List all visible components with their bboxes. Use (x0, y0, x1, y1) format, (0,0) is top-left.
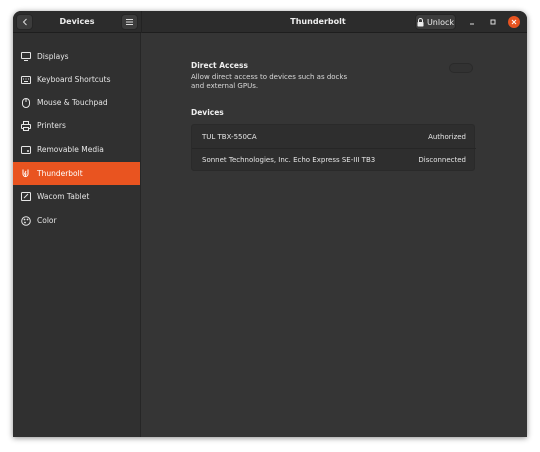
window-title: Thunderbolt (290, 17, 346, 26)
sidebar-item-wacom-tablet[interactable]: Wacom Tablet (13, 185, 140, 208)
header-bar: Devices Thunderbolt Unlock (13, 11, 527, 33)
printer-icon (20, 120, 31, 131)
color-icon (20, 215, 31, 226)
sidebar-item-label: Wacom Tablet (37, 192, 90, 201)
minimize-button[interactable] (466, 16, 478, 28)
direct-access-description: Allow direct access to devices such as d… (191, 73, 348, 90)
device-status: Authorized (428, 132, 466, 141)
device-status: Disconnected (418, 156, 466, 164)
mouse-icon (20, 97, 31, 108)
minimize-icon (470, 23, 474, 25)
sidebar-item-color[interactable]: Color (13, 209, 140, 232)
unlock-label: Unlock (426, 17, 455, 27)
device-name: Sonnet Technologies, Inc. Echo Express S… (202, 156, 376, 164)
sidebar-item-displays[interactable]: Displays (13, 45, 140, 68)
sidebar-item-label: Keyboard Shortcuts (37, 75, 111, 84)
thunderbolt-icon (20, 168, 31, 179)
titlebar-separator (141, 11, 142, 33)
close-button[interactable] (508, 16, 520, 28)
sidebar-item-label: Color (37, 216, 57, 225)
device-row[interactable]: Sonnet Technologies, Inc. Echo Express S… (192, 148, 476, 171)
sidebar-item-label: Printers (37, 121, 66, 130)
unlock-button[interactable]: Unlock (415, 14, 456, 30)
maximize-icon (490, 19, 496, 25)
sidebar-item-mouse-touchpad[interactable]: Mouse & Touchpad (13, 91, 140, 114)
sidebar: Displays Keyboard Shortcuts Mouse & Touc… (13, 33, 141, 437)
menu-button[interactable] (121, 14, 138, 30)
sidebar-item-label: Thunderbolt (37, 169, 83, 178)
back-button[interactable] (16, 14, 33, 30)
direct-access-title: Direct Access (191, 61, 248, 70)
device-row[interactable]: TUL TBX-550CA Authorized (192, 125, 476, 148)
display-icon (20, 51, 31, 62)
main-content: Direct Access Allow direct access to dev… (142, 33, 527, 437)
media-icon (20, 144, 31, 155)
device-name: TUL TBX-550CA (202, 132, 257, 141)
devices-section-title: Devices (191, 108, 224, 117)
hamburger-icon (126, 19, 133, 25)
lock-icon (417, 17, 424, 26)
settings-window: Devices Thunderbolt Unlock Displays Keyb… (13, 11, 527, 437)
sidebar-item-removable-media[interactable]: Removable Media (13, 138, 140, 161)
direct-access-switch[interactable] (449, 63, 473, 73)
sidebar-item-label: Removable Media (37, 145, 104, 154)
tablet-icon (20, 191, 31, 202)
sidebar-item-label: Mouse & Touchpad (37, 98, 108, 107)
sidebar-title: Devices (59, 17, 95, 26)
keyboard-icon (20, 74, 31, 85)
devices-list: TUL TBX-550CA Authorized Sonnet Technolo… (191, 124, 476, 171)
sidebar-item-thunderbolt[interactable]: Thunderbolt (13, 162, 140, 185)
maximize-button[interactable] (487, 16, 499, 28)
sidebar-item-keyboard-shortcuts[interactable]: Keyboard Shortcuts (13, 68, 140, 91)
close-icon (511, 19, 517, 25)
chevron-left-icon (22, 18, 27, 26)
sidebar-item-label: Displays (37, 52, 69, 61)
sidebar-item-printers[interactable]: Printers (13, 114, 140, 137)
